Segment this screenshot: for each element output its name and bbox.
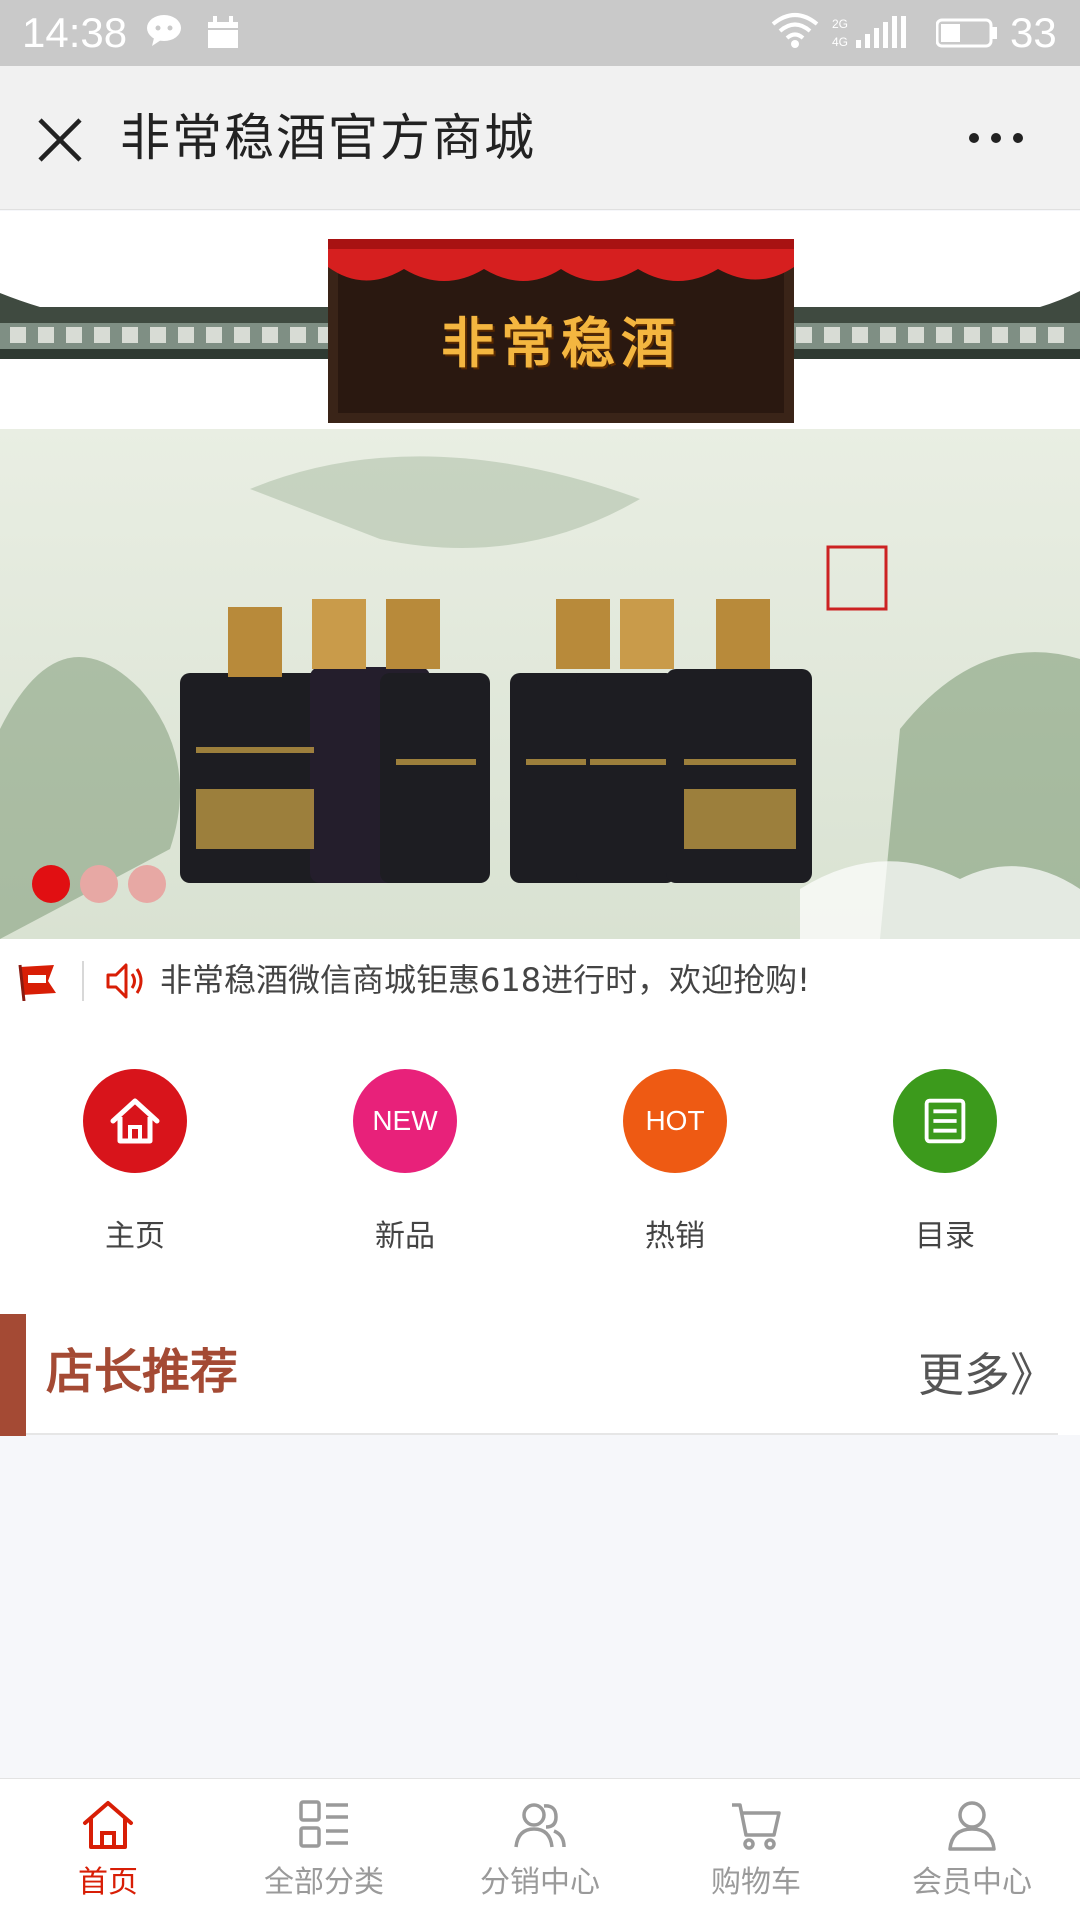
svg-text:2G: 2G (832, 17, 848, 31)
tab-distribution[interactable]: 分销中心 (432, 1779, 648, 1920)
cart-icon (732, 1803, 781, 1850)
quick-item-home[interactable]: 主页 (35, 1069, 235, 1279)
catalog-icon[interactable] (893, 1069, 997, 1173)
carousel-dot-1[interactable] (32, 865, 70, 903)
more-link[interactable]: 更多》 (918, 1345, 1056, 1405)
battery-level: 33 (1010, 9, 1057, 56)
notice-divider (82, 961, 84, 1001)
user-icon (948, 1801, 996, 1851)
header-banner: 非常稳酒 (0, 211, 1080, 429)
home-icon[interactable] (83, 1069, 187, 1173)
tab-home[interactable]: 首页 (0, 1779, 216, 1920)
hot-badge-icon[interactable]: HOT (623, 1069, 727, 1173)
tab-label-distribution: 分销中心 (480, 1865, 600, 1900)
tab-label-home: 首页 (78, 1865, 138, 1900)
hot-badge-text: HOT (645, 1105, 705, 1136)
image-carousel[interactable] (0, 429, 1080, 939)
tab-label-categories: 全部分类 (264, 1865, 384, 1900)
tab-categories[interactable]: 全部分类 (216, 1779, 432, 1920)
carousel-dot-2[interactable] (80, 865, 118, 903)
speaker-icon (106, 963, 143, 999)
close-icon[interactable] (34, 114, 86, 166)
quick-label-catalog: 目录 (915, 1219, 975, 1254)
flag-icon (18, 964, 56, 1001)
status-bar: 14:38 2G 4G 33 (0, 0, 1080, 66)
notice-text[interactable]: 非常稳酒微信商城钜惠618进行时，欢迎抢购! (160, 957, 810, 1003)
category-icon (299, 1800, 348, 1848)
page-title: 非常稳酒官方商城 (120, 109, 536, 167)
tab-cart[interactable]: 购物车 (648, 1779, 864, 1920)
new-badge-icon[interactable]: NEW (353, 1069, 457, 1173)
notice-bar[interactable]: 非常稳酒微信商城钜惠618进行时，欢迎抢购! (0, 939, 1080, 1021)
wifi-icon (771, 13, 819, 48)
brand-signboard: 非常稳酒 (328, 239, 794, 423)
section-header: 店长推荐 更多》 (0, 1311, 1080, 1436)
users-icon (514, 1803, 566, 1848)
svg-text:4G: 4G (832, 35, 848, 49)
section-divider (26, 1433, 1058, 1435)
quick-item-catalog[interactable]: 目录 (845, 1069, 1045, 1279)
nav-bar: 非常稳酒官方商城 (0, 66, 1080, 210)
status-time: 14:38 (22, 9, 128, 56)
tab-label-cart: 购物车 (711, 1865, 801, 1900)
calendar-icon (208, 16, 238, 48)
quick-item-new[interactable]: NEW 新品 (305, 1069, 505, 1279)
carousel-dot-3[interactable] (128, 865, 166, 903)
wechat-icon (147, 15, 181, 46)
roof-decoration-right (788, 291, 1080, 359)
signal-icon: 2G 4G (832, 16, 906, 49)
quick-label-new: 新品 (375, 1219, 435, 1254)
battery-icon (936, 18, 997, 48)
home-icon (83, 1801, 133, 1849)
tab-label-member: 会员中心 (912, 1865, 1032, 1900)
quick-label-home: 主页 (105, 1219, 165, 1254)
section-accent-bar (0, 1314, 26, 1436)
brand-name: 非常稳酒 (441, 311, 681, 375)
more-icon[interactable] (966, 128, 1026, 148)
quick-label-hot: 热销 (645, 1219, 705, 1254)
carousel-slide-image[interactable] (0, 429, 1080, 939)
section-title: 店长推荐 (46, 1344, 239, 1400)
quick-item-hot[interactable]: HOT 热销 (575, 1069, 775, 1279)
roof-decoration-left (0, 293, 335, 359)
quick-menu: 主页 NEW 新品 HOT 热销 目录 (0, 1021, 1080, 1311)
tab-member[interactable]: 会员中心 (864, 1779, 1080, 1920)
new-badge-text: NEW (372, 1105, 438, 1136)
bottom-tab-bar: 首页 全部分类 分销中心 购物车 会员中心 (0, 1778, 1080, 1920)
